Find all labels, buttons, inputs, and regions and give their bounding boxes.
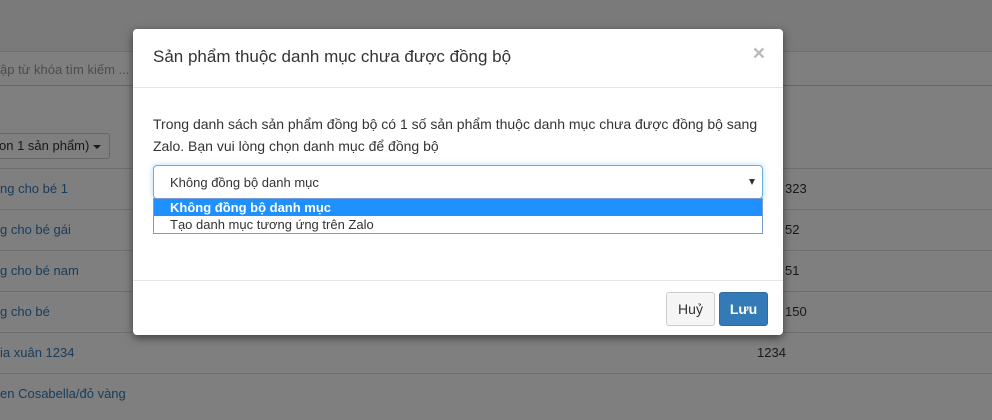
modal-body: Trong danh sách sản phẩm đồng bộ có 1 số… (133, 88, 783, 280)
close-icon[interactable]: × (753, 43, 765, 64)
category-select-value: Không đồng bộ danh mục (170, 175, 319, 190)
option-no-sync[interactable]: Không đồng bộ danh mục (154, 199, 762, 216)
sync-category-modal: Sản phẩm thuộc danh mục chưa được đồng b… (133, 29, 783, 335)
modal-header: Sản phẩm thuộc danh mục chưa được đồng b… (133, 29, 783, 88)
dropdown-arrow-icon (749, 179, 755, 185)
cancel-button[interactable]: Huỷ (666, 292, 715, 326)
modal-title: Sản phẩm thuộc danh mục chưa được đồng b… (153, 47, 512, 66)
modal-footer: Huỷ Lưu (133, 280, 783, 335)
modal-description: Trong danh sách sản phẩm đồng bộ có 1 số… (153, 116, 758, 154)
save-button[interactable]: Lưu (719, 292, 768, 326)
category-options-list: Không đồng bộ danh mục Tạo danh mục tươn… (153, 198, 763, 234)
category-select[interactable]: Không đồng bộ danh mục (153, 165, 763, 199)
option-create-zalo-category[interactable]: Tạo danh mục tương ứng trên Zalo (154, 216, 762, 233)
